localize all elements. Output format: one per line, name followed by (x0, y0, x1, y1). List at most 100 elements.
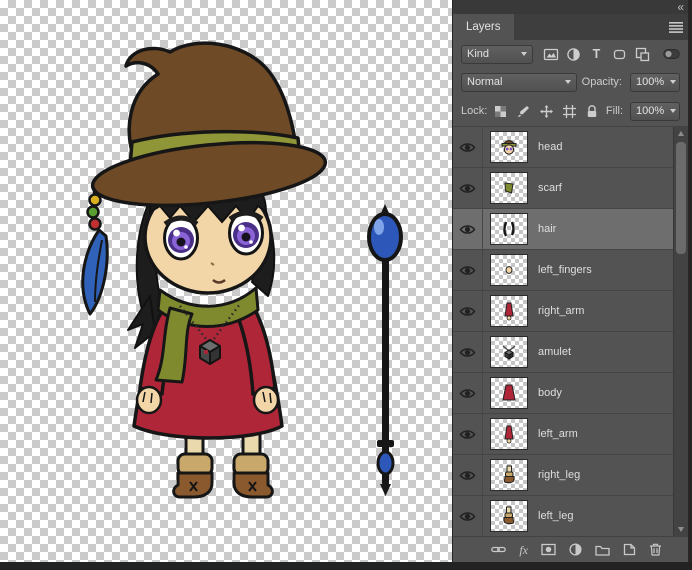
layer-row-scarf[interactable]: scarf (453, 168, 674, 209)
layer-name: head (538, 141, 563, 153)
chevron-down-icon (564, 80, 571, 84)
layer-name: left_leg (538, 510, 574, 522)
layer-visibility-toggle[interactable] (453, 250, 483, 290)
panel-dock-header: « (453, 0, 688, 14)
eye-icon (459, 470, 476, 480)
lock-label: Lock: (461, 105, 488, 117)
layer-thumbnail[interactable] (490, 500, 528, 532)
layer-rows: head scarf hair left_fingers right_arm a… (453, 127, 674, 536)
tab-layers-label: Layers (466, 21, 501, 33)
layer-thumbnail[interactable] (490, 213, 528, 245)
layer-visibility-toggle[interactable] (453, 209, 483, 249)
scrollbar-thumb[interactable] (676, 142, 686, 254)
layer-row-amulet[interactable]: amulet (453, 332, 674, 373)
panel-menu-icon[interactable] (669, 22, 683, 33)
layer-style-icon[interactable]: fx (519, 544, 528, 556)
layer-row-head[interactable]: head (453, 127, 674, 168)
layer-row-left-arm[interactable]: left_arm (453, 414, 674, 455)
layer-name: right_arm (538, 305, 585, 317)
lock-position-icon[interactable] (537, 103, 556, 120)
panel-bottom-bar: fx (453, 536, 688, 562)
lock-transparent-pixels-icon[interactable] (491, 103, 510, 120)
layer-name: left_arm (538, 428, 578, 440)
tab-layers[interactable]: Layers (453, 14, 514, 40)
layer-visibility-toggle[interactable] (453, 455, 483, 495)
lock-row: Lock: Fill: 100% (453, 96, 688, 126)
delete-layer-icon[interactable] (649, 543, 662, 556)
fill-value: 100% (636, 105, 665, 117)
opacity-dropdown[interactable]: 100% (630, 72, 680, 92)
layer-row-left-leg[interactable]: left_leg (453, 496, 674, 536)
eye-icon (459, 511, 476, 521)
layer-visibility-toggle[interactable] (453, 414, 483, 454)
layer-visibility-toggle[interactable] (453, 168, 483, 208)
layer-visibility-toggle[interactable] (453, 291, 483, 331)
type-layer-filter-icon[interactable]: T (586, 45, 607, 64)
layer-name: scarf (538, 182, 562, 194)
chevron-down-icon (670, 109, 677, 113)
layer-row-left-fingers[interactable]: left_fingers (453, 250, 674, 291)
layer-thumbnail[interactable] (490, 459, 528, 491)
layer-name: body (538, 387, 562, 399)
eye-icon (459, 183, 476, 193)
adjustment-layer-icon[interactable] (569, 543, 582, 556)
new-layer-icon[interactable] (623, 543, 636, 556)
layer-name: left_fingers (538, 264, 592, 276)
layer-row-body[interactable]: body (453, 373, 674, 414)
eye-icon (459, 388, 476, 398)
pixel-layer-filter-icon[interactable] (540, 45, 561, 64)
blend-mode-dropdown[interactable]: Normal (461, 72, 577, 92)
opacity-label: Opacity: (581, 76, 622, 88)
chevron-down-icon (670, 80, 677, 84)
layer-row-hair[interactable]: hair (453, 209, 674, 250)
lock-artboard-icon[interactable] (560, 103, 579, 120)
shape-layer-filter-icon[interactable] (609, 45, 630, 64)
layer-thumbnail[interactable] (490, 295, 528, 327)
document-canvas[interactable] (0, 0, 452, 562)
layer-visibility-toggle[interactable] (453, 496, 483, 536)
eye-icon (459, 142, 476, 152)
layer-visibility-toggle[interactable] (453, 332, 483, 372)
layer-thumbnail[interactable] (490, 336, 528, 368)
eye-icon (459, 347, 476, 357)
layer-name: amulet (538, 346, 572, 358)
collapse-panel-button[interactable]: « (677, 1, 684, 13)
filter-toggle-icon[interactable] (663, 48, 680, 60)
kind-filter-value: Kind (467, 48, 490, 60)
character-artwork (81, 41, 403, 499)
window-bottom-edge (0, 562, 692, 570)
eye-icon (459, 429, 476, 439)
staff-artwork (367, 204, 403, 496)
smart-object-filter-icon[interactable] (632, 45, 653, 64)
layer-list: head scarf hair left_fingers right_arm a… (453, 126, 688, 536)
adjustment-layer-filter-icon[interactable] (563, 45, 584, 64)
eye-icon (459, 224, 476, 234)
layer-row-right-leg[interactable]: right_leg (453, 455, 674, 496)
opacity-value: 100% (636, 76, 665, 88)
layer-name: hair (538, 223, 557, 235)
layer-thumbnail[interactable] (490, 254, 528, 286)
layer-visibility-toggle[interactable] (453, 373, 483, 413)
layer-row-right-arm[interactable]: right_arm (453, 291, 674, 332)
layers-panel: « Layers Kind T Normal Opacity: 100% Loc… (452, 0, 688, 562)
layer-thumbnail[interactable] (490, 172, 528, 204)
new-group-icon[interactable] (595, 544, 610, 556)
scroll-up-arrow[interactable] (677, 131, 684, 136)
blend-row: Normal Opacity: 100% (453, 68, 688, 96)
layer-thumbnail[interactable] (490, 418, 528, 450)
filter-row: Kind T (453, 40, 688, 68)
layer-thumbnail[interactable] (490, 131, 528, 163)
scroll-down-arrow[interactable] (677, 527, 684, 532)
layer-thumbnail[interactable] (490, 377, 528, 409)
lock-image-pixels-icon[interactable] (514, 103, 533, 120)
blend-mode-value: Normal (467, 76, 503, 88)
layer-list-scrollbar[interactable] (673, 127, 688, 536)
fill-dropdown[interactable]: 100% (630, 101, 681, 121)
eye-icon (459, 265, 476, 275)
layer-visibility-toggle[interactable] (453, 127, 483, 167)
lock-all-icon[interactable] (583, 103, 602, 120)
link-layers-icon[interactable] (491, 543, 507, 556)
eye-icon (459, 306, 476, 316)
kind-filter-dropdown[interactable]: Kind (461, 44, 533, 64)
add-layer-mask-icon[interactable] (541, 543, 556, 556)
